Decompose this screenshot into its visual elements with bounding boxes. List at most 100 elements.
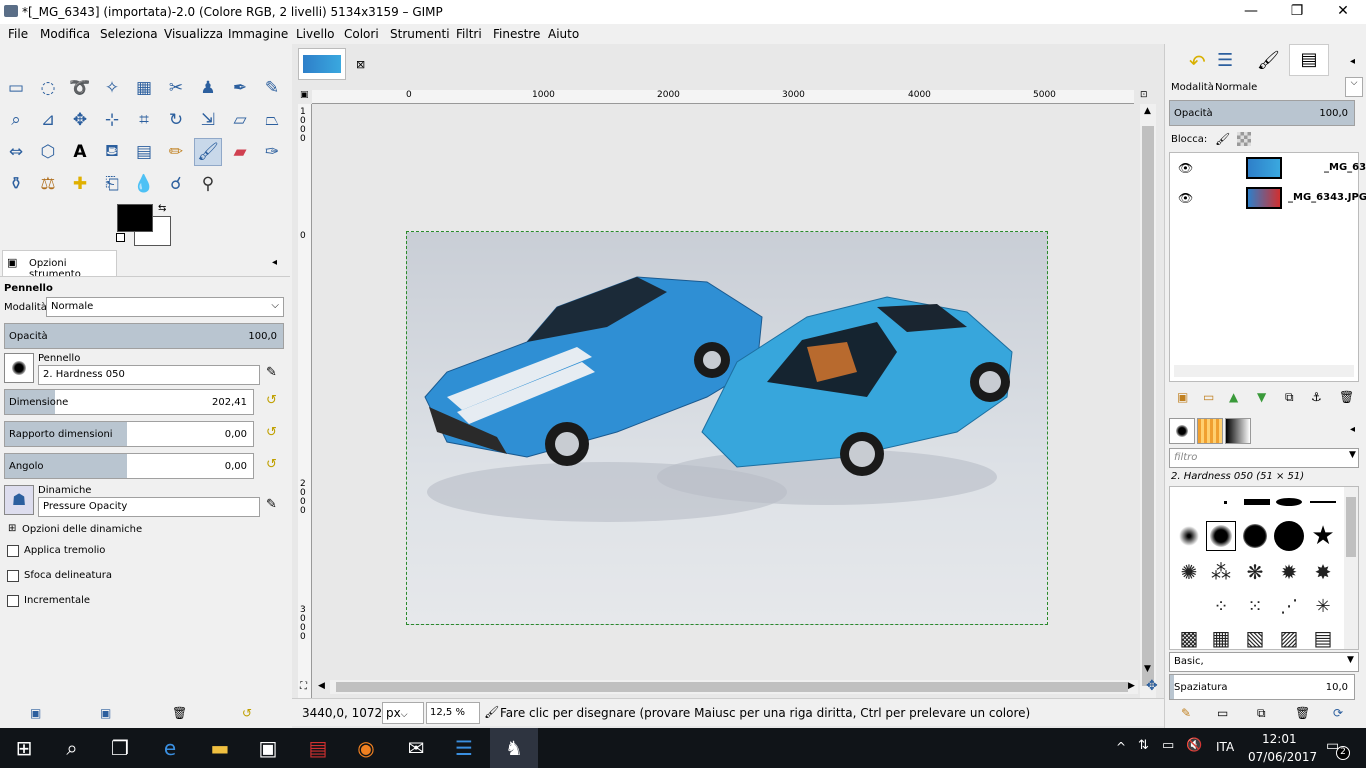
rotate-icon[interactable]: ↻ xyxy=(162,106,190,134)
expand-icon[interactable]: ⊞ xyxy=(8,523,16,534)
duplicate-brush-icon[interactable]: ⧉ xyxy=(1257,706,1266,721)
task-view-icon[interactable]: ❐ xyxy=(96,728,144,768)
new-layer-icon[interactable]: ▣ xyxy=(1177,390,1188,404)
ink-icon[interactable]: ⚱ xyxy=(2,170,30,198)
mail-icon[interactable]: ✉ xyxy=(392,728,440,768)
layers-mode-value[interactable]: Normale xyxy=(1215,82,1257,93)
menu-filtri[interactable]: Filtri xyxy=(456,27,482,41)
shear-icon[interactable]: ▱ xyxy=(226,106,254,134)
edit-brush-dock-icon[interactable]: ✎ xyxy=(1181,706,1191,720)
brush-filter-input[interactable]: filtro xyxy=(1169,448,1359,468)
airbrush-icon[interactable]: ✑ xyxy=(258,138,286,166)
save-options-icon[interactable]: ▣ xyxy=(30,706,41,720)
opacity-slider[interactable]: Opacità 100,0 xyxy=(4,323,284,349)
anchor-layer-icon[interactable]: ⚓ xyxy=(1311,390,1322,404)
horizontal-scrollbar[interactable] xyxy=(330,680,1138,694)
chevron-down-icon[interactable]: ▼ xyxy=(1349,450,1356,460)
reset-size-icon[interactable]: ↺ xyxy=(266,393,277,408)
scroll-down-icon[interactable]: ▼ xyxy=(1144,664,1151,674)
bucket-fill-icon[interactable]: ⛾ xyxy=(98,138,126,166)
new-brush-icon[interactable]: ▭ xyxy=(1217,706,1228,720)
reset-angle-icon[interactable]: ↺ xyxy=(266,457,277,472)
foreground-select-icon[interactable]: ♟ xyxy=(194,74,222,102)
reset-ratio-icon[interactable]: ↺ xyxy=(266,425,277,440)
brush-cell[interactable] xyxy=(1308,487,1338,517)
dodge-burn-icon[interactable]: ⚲ xyxy=(194,170,222,198)
vertical-scrollbar[interactable] xyxy=(1140,104,1156,720)
brush-preview[interactable] xyxy=(4,353,34,383)
eye-icon[interactable]: 👁 xyxy=(1178,161,1193,175)
menu-strumenti[interactable]: Strumenti xyxy=(390,27,450,41)
maximize-button[interactable]: ❐ xyxy=(1274,0,1320,24)
eye-icon[interactable]: 👁 xyxy=(1178,191,1193,205)
duplicate-layer-icon[interactable]: ⧉ xyxy=(1285,390,1294,405)
brushes-vscroll[interactable] xyxy=(1344,487,1358,649)
panel-menu-icon[interactable]: ◂ xyxy=(272,257,277,268)
tray-expand-icon[interactable]: ^ xyxy=(1116,740,1126,754)
brush-cell-selected[interactable] xyxy=(1206,521,1236,551)
start-icon[interactable]: ⊞ xyxy=(0,728,48,768)
menu-finestre[interactable]: Finestre xyxy=(493,27,540,41)
blend-icon[interactable]: ▤ xyxy=(130,138,158,166)
clone-icon[interactable]: ⚖ xyxy=(34,170,62,198)
menu-seleziona[interactable]: Seleziona xyxy=(100,27,158,41)
minimize-button[interactable]: — xyxy=(1228,0,1274,24)
brush-cell[interactable] xyxy=(1274,521,1304,551)
edit-brush-icon[interactable]: ✎ xyxy=(266,365,277,380)
menu-modifica[interactable]: Modifica xyxy=(40,27,90,41)
paintbrush-icon[interactable]: 🖌 xyxy=(194,138,222,166)
brush-cell[interactable]: ⁘ xyxy=(1206,591,1236,621)
navigate-icon[interactable]: ✥ xyxy=(1146,678,1158,694)
default-colors-icon[interactable] xyxy=(116,233,125,242)
brush-dock-menu-icon[interactable]: ◂ xyxy=(1350,424,1355,435)
undo-history-tab-icon[interactable]: ↶ xyxy=(1189,50,1206,74)
layers-hscroll[interactable] xyxy=(1174,365,1354,377)
close-button[interactable]: ✕ xyxy=(1320,0,1366,24)
brushes-scroll-thumb[interactable] xyxy=(1346,497,1356,557)
zoom-navigate-icon[interactable]: ⊡ xyxy=(1140,90,1154,102)
perspective-icon[interactable]: ⏢ xyxy=(258,106,286,134)
brush-cell[interactable] xyxy=(1174,521,1204,551)
jitter-checkbox[interactable] xyxy=(7,545,19,557)
measure-icon[interactable]: ⊿ xyxy=(34,106,62,134)
brush-cell[interactable]: ▩ xyxy=(1174,623,1204,649)
brush-cell[interactable] xyxy=(1274,487,1304,517)
menu-colori[interactable]: Colori xyxy=(344,27,379,41)
dynamics-field[interactable]: Pressure Opacity xyxy=(38,497,260,517)
crop-icon[interactable]: ⌗ xyxy=(130,106,158,134)
scroll-left-icon[interactable]: ◀ xyxy=(318,681,325,691)
brush-cell[interactable]: ✺ xyxy=(1174,557,1204,587)
brush-preset-select[interactable]: Basic, xyxy=(1169,652,1359,672)
file-explorer-icon[interactable]: ▬ xyxy=(196,728,244,768)
volume-muted-icon[interactable]: 🔇 xyxy=(1186,738,1202,753)
restore-options-icon[interactable]: ▣ xyxy=(100,706,111,720)
brush-cell[interactable]: ✹ xyxy=(1274,557,1304,587)
move-icon[interactable]: ✥ xyxy=(66,106,94,134)
store-icon[interactable]: ▣ xyxy=(244,728,292,768)
brush-field[interactable]: 2. Hardness 050 xyxy=(38,365,260,385)
layer-row[interactable]: 👁 _MG_6343.JPG xyxy=(1170,183,1366,213)
edit-dynamics-icon[interactable]: ✎ xyxy=(266,497,277,512)
flip-icon[interactable]: ⇔ xyxy=(2,138,30,166)
search-icon[interactable]: ⌕ xyxy=(48,728,96,768)
brush-cell[interactable]: ▧ xyxy=(1240,623,1270,649)
app-icon[interactable]: ☰ xyxy=(440,728,488,768)
pencil-icon[interactable]: ✏ xyxy=(162,138,190,166)
zoom-fit-icon[interactable]: ⛶ xyxy=(300,681,307,692)
brush-cell[interactable]: ▨ xyxy=(1274,623,1304,649)
chevron-down-icon[interactable]: ⌵ xyxy=(1345,77,1363,97)
paths-tab-icon[interactable]: 🖌 xyxy=(1257,50,1280,71)
firefox-icon[interactable]: ◉ xyxy=(342,728,390,768)
color-picker-icon[interactable]: ✎ xyxy=(258,74,286,102)
gradients-tab[interactable] xyxy=(1225,418,1251,444)
brush-cell[interactable] xyxy=(1242,487,1272,517)
lock-pixels-icon[interactable]: 🖌 xyxy=(1215,132,1230,146)
cage-icon[interactable]: ⬡ xyxy=(34,138,62,166)
brush-cell[interactable]: ❋ xyxy=(1240,557,1270,587)
lock-alpha-icon[interactable] xyxy=(1237,132,1251,146)
text-icon[interactable]: A xyxy=(66,138,94,166)
image-canvas[interactable] xyxy=(406,231,1048,625)
new-group-icon[interactable]: ▭ xyxy=(1203,390,1214,404)
color-select-icon[interactable]: ▦ xyxy=(130,74,158,102)
language-indicator[interactable]: ITA xyxy=(1216,740,1234,754)
